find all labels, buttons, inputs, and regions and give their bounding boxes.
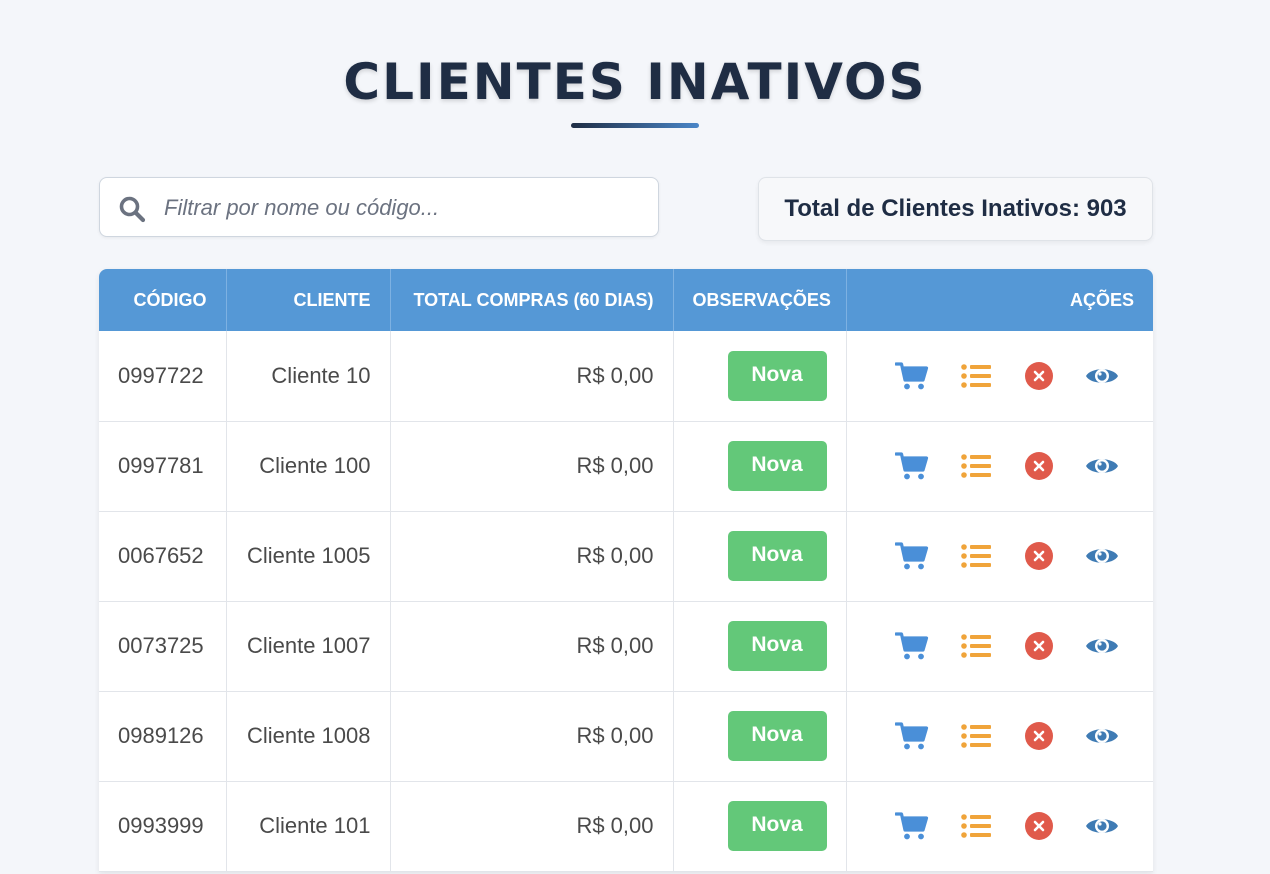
- client-observation: Nova: [673, 691, 847, 782]
- list-icon[interactable]: [944, 446, 1007, 486]
- total-inactive-count: Total de Clientes Inativos: 903: [758, 177, 1153, 241]
- cart-icon[interactable]: [881, 716, 944, 756]
- toolbar: Total de Clientes Inativos: 903: [99, 177, 1153, 241]
- client-name: Cliente 1007: [226, 601, 391, 692]
- table-row: 0993999 Cliente 101 R$ 0,00 Nova: [99, 781, 1153, 872]
- client-code: 0997781: [99, 421, 227, 512]
- table-row: 0073725 Cliente 1007 R$ 0,00 Nova: [99, 601, 1153, 692]
- close-circle-icon[interactable]: [1007, 356, 1070, 396]
- client-actions: [846, 691, 1153, 782]
- search-input[interactable]: [164, 188, 644, 228]
- list-icon[interactable]: [944, 806, 1007, 846]
- client-total: R$ 0,00: [390, 691, 674, 782]
- observation-badge[interactable]: Nova: [727, 621, 827, 671]
- close-circle-icon[interactable]: [1007, 806, 1070, 846]
- list-icon[interactable]: [944, 356, 1007, 396]
- close-circle-icon[interactable]: [1007, 536, 1070, 576]
- observation-badge[interactable]: Nova: [727, 441, 827, 491]
- column-header-code: CÓDIGO: [99, 269, 227, 331]
- client-observation: Nova: [673, 421, 847, 512]
- client-actions: [846, 331, 1153, 422]
- clients-table: CÓDIGO CLIENTE TOTAL COMPRAS (60 DIAS) O…: [99, 269, 1153, 872]
- search-icon: [118, 195, 146, 223]
- observation-badge[interactable]: Nova: [727, 531, 827, 581]
- close-circle-icon[interactable]: [1007, 626, 1070, 666]
- cart-icon[interactable]: [881, 356, 944, 396]
- search-box: [99, 177, 659, 237]
- close-circle-icon[interactable]: [1007, 716, 1070, 756]
- client-observation: Nova: [673, 781, 847, 872]
- eye-icon[interactable]: [1071, 356, 1134, 396]
- table-header-row: CÓDIGO CLIENTE TOTAL COMPRAS (60 DIAS) O…: [99, 269, 1153, 331]
- eye-icon[interactable]: [1071, 806, 1134, 846]
- page-title: CLIENTES INATIVOS: [343, 53, 927, 111]
- eye-icon[interactable]: [1071, 446, 1134, 486]
- eye-icon[interactable]: [1071, 626, 1134, 666]
- client-actions: [846, 421, 1153, 512]
- cart-icon[interactable]: [881, 626, 944, 666]
- client-actions: [846, 511, 1153, 602]
- column-header-observations: OBSERVAÇÕES: [673, 269, 847, 331]
- client-actions: [846, 781, 1153, 872]
- client-code: 0997722: [99, 331, 227, 422]
- title-underline: [571, 123, 699, 128]
- observation-badge[interactable]: Nova: [727, 350, 827, 401]
- observation-badge[interactable]: Nova: [727, 711, 827, 761]
- client-actions: [846, 601, 1153, 692]
- client-observation: Nova: [673, 331, 847, 422]
- list-icon[interactable]: [944, 536, 1007, 576]
- client-total: R$ 0,00: [390, 331, 674, 422]
- table-row: 0997781 Cliente 100 R$ 0,00 Nova: [99, 421, 1153, 512]
- list-icon[interactable]: [944, 626, 1007, 666]
- column-header-total: TOTAL COMPRAS (60 DIAS): [390, 269, 674, 331]
- client-name: Cliente 10: [226, 331, 391, 422]
- table-row: 0067652 Cliente 1005 R$ 0,00 Nova: [99, 511, 1153, 602]
- client-code: 0989126: [99, 691, 227, 782]
- page-header: CLIENTES INATIVOS: [0, 0, 1270, 128]
- client-code: 0067652: [99, 511, 227, 602]
- client-total: R$ 0,00: [390, 421, 674, 512]
- client-code: 0073725: [99, 601, 227, 692]
- client-total: R$ 0,00: [390, 781, 674, 872]
- client-name: Cliente 101: [226, 781, 391, 872]
- column-header-actions: AÇÕES: [846, 269, 1153, 331]
- cart-icon[interactable]: [881, 446, 944, 486]
- close-circle-icon[interactable]: [1007, 446, 1070, 486]
- client-total: R$ 0,00: [390, 601, 674, 692]
- client-total: R$ 0,00: [390, 511, 674, 602]
- client-name: Cliente 100: [226, 421, 391, 512]
- eye-icon[interactable]: [1071, 536, 1134, 576]
- client-name: Cliente 1005: [226, 511, 391, 602]
- client-observation: Nova: [673, 511, 847, 602]
- cart-icon[interactable]: [881, 536, 944, 576]
- table-row: 0989126 Cliente 1008 R$ 0,00 Nova: [99, 691, 1153, 782]
- cart-icon[interactable]: [881, 806, 944, 846]
- observation-badge[interactable]: Nova: [727, 801, 827, 851]
- client-code: 0993999: [99, 781, 227, 872]
- list-icon[interactable]: [944, 716, 1007, 756]
- column-header-client: CLIENTE: [226, 269, 391, 331]
- table-row: 0997722 Cliente 10 R$ 0,00 Nova: [99, 331, 1153, 422]
- client-observation: Nova: [673, 601, 847, 692]
- eye-icon[interactable]: [1071, 716, 1134, 756]
- client-name: Cliente 1008: [226, 691, 391, 782]
